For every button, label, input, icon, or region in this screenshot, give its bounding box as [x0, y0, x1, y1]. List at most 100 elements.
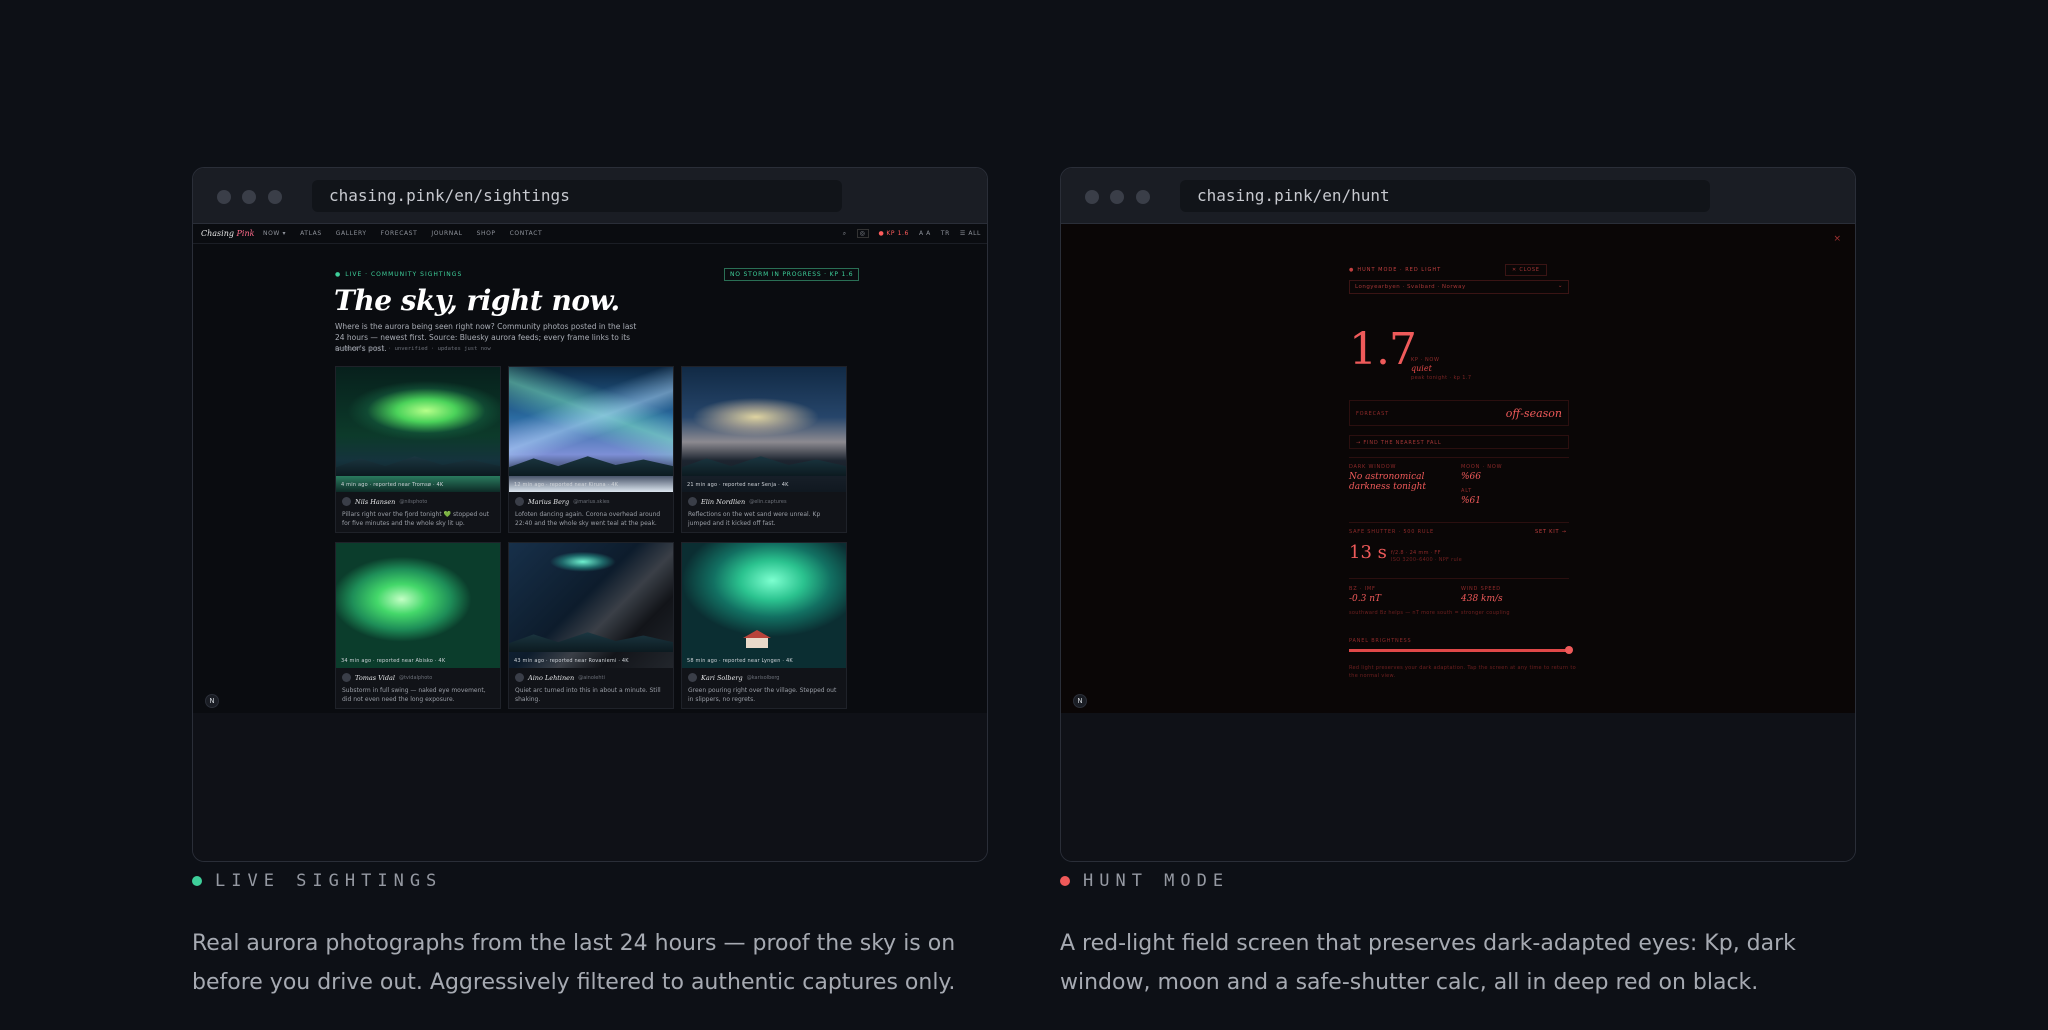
status-dot: [1060, 876, 1070, 886]
nav-link-gallery[interactable]: GALLERY: [336, 230, 367, 237]
dark-window-value: No astronomical darkness tonight: [1349, 472, 1426, 492]
author-name[interactable]: Kari Solberg: [701, 674, 743, 682]
aurora-photo[interactable]: 58 min ago · reported near Lyngen · 4K: [682, 543, 846, 668]
account-icon[interactable]: ◎: [856, 229, 869, 238]
window-minimize-dot[interactable]: [242, 190, 256, 204]
browser-window-sightings: chasing.pink/en/sightings Chasing Pink N…: [192, 167, 988, 862]
card-text: Green pouring right over the village. St…: [688, 687, 837, 703]
window-close-dot[interactable]: [217, 190, 231, 204]
browser-window-hunt: chasing.pink/en/hunt × HUNT MODE · RED L…: [1060, 167, 1856, 862]
site-logo[interactable]: Chasing Pink: [201, 229, 254, 238]
url-bar[interactable]: chasing.pink/en/hunt: [1180, 180, 1710, 212]
kp-pill[interactable]: KP 1.6: [879, 230, 909, 237]
avatar: [342, 497, 351, 506]
bz-label: BZ · IMF: [1349, 586, 1376, 592]
close-icon[interactable]: ×: [1833, 234, 1841, 244]
location-select[interactable]: Longyearbyen · Svalbard · Norway ⌄: [1349, 280, 1569, 294]
wind-label: WIND SPEED: [1461, 586, 1501, 592]
nav-link-shop[interactable]: SHOP: [477, 230, 496, 237]
logo-text-a: Chasing: [201, 229, 234, 238]
logo-text-b: Pink: [236, 229, 255, 238]
set-kit-link[interactable]: SET KIT →: [1535, 529, 1567, 535]
author-handle: @elin.captures: [749, 498, 787, 505]
card-text: Pillars right over the fjord tonight 💚 s…: [342, 511, 489, 527]
shutter-settings: f/2.8 · 24 mm · FF: [1391, 550, 1441, 556]
house-silhouette: [743, 630, 771, 648]
photo-caption: 21 min ago · reported near Senja · 4K: [687, 482, 789, 488]
window-empty-area: [1061, 713, 1855, 861]
author-handle: @marius.skies: [573, 498, 610, 505]
section-description-hunt: A red-light field screen that preserves …: [1060, 931, 1796, 995]
mountain-silhouette: [509, 632, 673, 652]
divider: [1349, 522, 1569, 523]
kp-state: quiet: [1411, 364, 1432, 373]
slider-fill: [1349, 649, 1569, 652]
author-handle: @karisolberg: [746, 674, 780, 681]
avatar: [688, 497, 697, 506]
aurora-photo[interactable]: 4 min ago · reported near Tromsø · 4K: [336, 367, 500, 492]
window-minimize-dot[interactable]: [1110, 190, 1124, 204]
photo-caption: 58 min ago · reported near Lyngen · 4K: [687, 658, 793, 664]
photo-caption: 34 min ago · reported near Abisko · 4K: [341, 658, 446, 664]
language-switch[interactable]: TR: [941, 230, 950, 237]
hunt-footer-note: Red light preserves your dark adaptation…: [1349, 665, 1576, 679]
sighting-card[interactable]: 34 min ago · reported near Abisko · 4K T…: [335, 542, 501, 709]
shutter-value: 13 s: [1349, 542, 1387, 563]
sighting-card[interactable]: 58 min ago · reported near Lyngen · 4K K…: [681, 542, 847, 709]
window-maximize-dot[interactable]: [1136, 190, 1150, 204]
moon-label: MOON · NOW: [1461, 464, 1503, 470]
author-handle: @ainolehti: [578, 674, 605, 681]
card-text: Reflections on the wet sand were unreal.…: [688, 511, 821, 527]
divider: [1349, 457, 1569, 458]
sighting-card[interactable]: 12 min ago · reported near Kiruna · 4K M…: [508, 366, 674, 533]
window-close-dot[interactable]: [1085, 190, 1099, 204]
window-maximize-dot[interactable]: [268, 190, 282, 204]
nav-link-now[interactable]: NOW ▾: [263, 230, 286, 237]
live-tag: LIVE · COMMUNITY SIGHTINGS: [335, 271, 462, 278]
aurora-photo[interactable]: 21 min ago · reported near Senja · 4K: [682, 367, 846, 492]
exit-button[interactable]: ✕ CLOSE: [1505, 264, 1547, 276]
text-size-toggle[interactable]: A A: [919, 230, 931, 237]
corner-badge-icon[interactable]: N: [1073, 694, 1087, 708]
all-menu-button[interactable]: ☰ ALL: [960, 230, 981, 237]
url-bar[interactable]: chasing.pink/en/sightings: [312, 180, 842, 212]
kp-subtext: peak tonight · kp 1.7: [1411, 375, 1472, 381]
card-author: Tomas Vidal @tvidalphoto: [336, 668, 500, 682]
search-icon[interactable]: ⌕: [843, 230, 847, 238]
find-nearest-button[interactable]: → FIND THE NEAREST FALL: [1349, 435, 1569, 449]
author-handle: @nilsphoto: [399, 498, 428, 505]
author-name[interactable]: Elin Nordlien: [701, 498, 745, 506]
aurora-photo[interactable]: 12 min ago · reported near Kiruna · 4K: [509, 367, 673, 492]
avatar: [688, 673, 697, 682]
status-badge: NO STORM IN PROGRESS · KP 1.6: [724, 268, 860, 281]
nav-link-forecast[interactable]: FORECAST: [381, 230, 418, 237]
section-label-sightings: LIVE SIGHTINGS: [192, 871, 442, 891]
divider: [1349, 578, 1569, 579]
author-name[interactable]: Tomas Vidal: [355, 674, 395, 682]
nav-link-atlas[interactable]: ATLAS: [300, 230, 322, 237]
corner-badge-icon[interactable]: N: [205, 694, 219, 708]
bz-note: southward Bz helps — nT more south = str…: [1349, 610, 1510, 616]
aurora-photo[interactable]: 43 min ago · reported near Rovaniemi · 4…: [509, 543, 673, 668]
card-text: Quiet arc turned into this in about a mi…: [515, 687, 661, 703]
photo-caption: 43 min ago · reported near Rovaniemi · 4…: [514, 658, 629, 664]
sighting-card[interactable]: 21 min ago · reported near Senja · 4K El…: [681, 366, 847, 533]
shutter-iso: ISO 3200–6400 · NPF rule: [1391, 557, 1463, 563]
author-name[interactable]: Aino Lehtinen: [528, 674, 574, 682]
brightness-slider[interactable]: [1349, 646, 1573, 654]
author-handle: @tvidalphoto: [398, 674, 433, 681]
nav-link-journal[interactable]: JOURNAL: [431, 230, 462, 237]
sighting-card[interactable]: 43 min ago · reported near Rovaniemi · 4…: [508, 542, 674, 709]
status-dot: [192, 876, 202, 886]
section-label-text: LIVE SIGHTINGS: [215, 871, 443, 891]
page-title: The sky, right now.: [334, 284, 620, 317]
author-name[interactable]: Nils Hansen: [355, 498, 395, 506]
section-description-sightings: Real aurora photographs from the last 24…: [192, 931, 956, 995]
card-text: Lofoten dancing again. Corona overhead a…: [515, 511, 661, 527]
slider-handle[interactable]: [1565, 646, 1573, 654]
author-name[interactable]: Marius Berg: [528, 498, 569, 506]
aurora-photo[interactable]: 34 min ago · reported near Abisko · 4K: [336, 543, 500, 668]
sighting-card[interactable]: 4 min ago · reported near Tromsø · 4K Ni…: [335, 366, 501, 533]
nav-link-contact[interactable]: CONTACT: [510, 230, 543, 237]
page-meta: Community posts · unverified · updates j…: [335, 346, 491, 352]
